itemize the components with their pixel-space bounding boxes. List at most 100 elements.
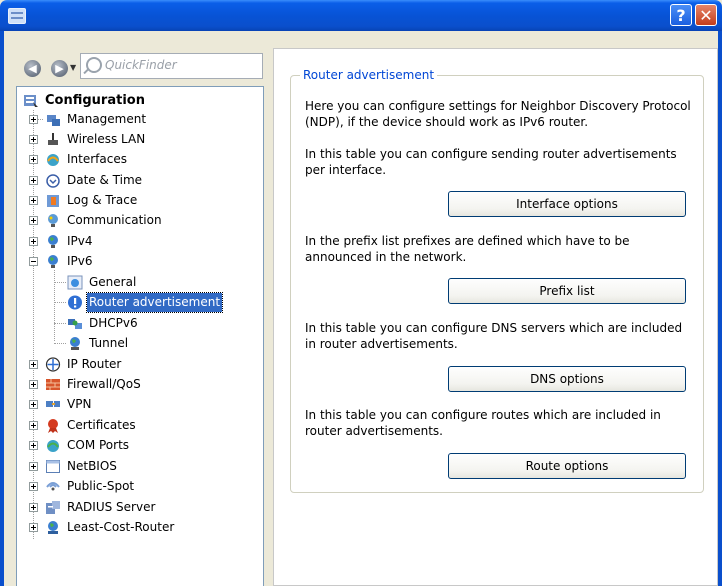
tree-item-label: IP Router bbox=[67, 357, 122, 371]
tree-item-label: General bbox=[89, 275, 137, 289]
vpn-icon bbox=[46, 401, 60, 407]
expand-icon[interactable] bbox=[29, 503, 38, 512]
tree-item-tunnel[interactable]: Tunnel bbox=[21, 334, 251, 353]
tree-item-label: IPv6 bbox=[67, 254, 93, 268]
tree-item-label: Wireless LAN bbox=[67, 132, 146, 146]
route-options-description: In this table you can configure routes w… bbox=[305, 408, 661, 438]
certificate-icon bbox=[48, 419, 58, 433]
tree-item-label: VPN bbox=[67, 397, 92, 411]
history-dropdown-icon[interactable]: ▼ bbox=[70, 63, 76, 72]
dns-options-description: In this table you can configure DNS serv… bbox=[305, 321, 683, 351]
tree-item-public-spot[interactable]: Public-Spot bbox=[21, 477, 251, 496]
tree-item-label: Interfaces bbox=[67, 152, 127, 166]
router-icon bbox=[45, 357, 61, 372]
group-title: Router advertisement bbox=[300, 68, 438, 82]
collapse-icon[interactable] bbox=[29, 257, 38, 266]
tree-item-radius-server[interactable]: RADIUS Server bbox=[21, 498, 251, 517]
tree-item-communication[interactable]: Communication bbox=[21, 211, 251, 230]
tree-item-label: Firewall/QoS bbox=[67, 377, 141, 391]
interface-options-description: In this table you can configure sending … bbox=[305, 147, 677, 177]
quickfinder-placeholder: QuickFinder bbox=[105, 58, 177, 72]
tree-item-label: NetBIOS bbox=[67, 459, 117, 473]
globe-icon bbox=[48, 255, 58, 268]
netbios-icon bbox=[46, 460, 60, 473]
expand-icon[interactable] bbox=[29, 237, 38, 246]
tree-item-label: Management bbox=[67, 112, 147, 126]
tree-item-label: RADIUS Server bbox=[67, 500, 156, 514]
tree-item-label: COM Ports bbox=[67, 438, 130, 452]
tree-item-wireless-lan[interactable]: Wireless LAN bbox=[21, 130, 251, 149]
expand-icon[interactable] bbox=[29, 176, 38, 185]
tree-item-ipv6[interactable]: IPv6 bbox=[21, 252, 251, 271]
tree-item-label: Log & Trace bbox=[67, 193, 138, 207]
expand-icon[interactable] bbox=[29, 135, 38, 144]
communication-icon bbox=[48, 214, 58, 227]
tree-item-netbios[interactable]: NetBIOS bbox=[21, 457, 251, 476]
intro-text: Here you can configure settings for Neig… bbox=[305, 99, 691, 129]
com-port-icon bbox=[47, 440, 59, 452]
firewall-icon bbox=[46, 379, 60, 390]
least-cost-router-icon bbox=[48, 521, 58, 534]
arrow-left-icon: ◀ bbox=[28, 62, 37, 75]
help-button[interactable]: ? bbox=[670, 4, 692, 26]
tree-item-least-cost-router[interactable]: Least-Cost-Router bbox=[21, 518, 251, 537]
tunnel-icon bbox=[70, 337, 80, 350]
globe-icon bbox=[48, 235, 58, 248]
tree-item-label: Certificates bbox=[67, 418, 136, 432]
app-icon bbox=[8, 8, 26, 24]
expand-icon[interactable] bbox=[29, 462, 38, 471]
prefix-list-description: In the prefix list prefixes are defined … bbox=[305, 234, 630, 264]
expand-icon[interactable] bbox=[29, 115, 38, 124]
tree-item-management[interactable]: Management bbox=[21, 110, 251, 129]
expand-icon[interactable] bbox=[29, 441, 38, 450]
quickfinder-input[interactable]: QuickFinder bbox=[80, 53, 263, 79]
forward-button[interactable]: ▶ bbox=[51, 60, 68, 77]
tree-item-label: Tunnel bbox=[89, 336, 129, 350]
configuration-icon bbox=[24, 95, 38, 107]
back-button[interactable]: ◀ bbox=[24, 60, 41, 77]
expand-icon[interactable] bbox=[29, 196, 38, 205]
close-button[interactable]: ✕ bbox=[695, 4, 717, 26]
arrow-right-icon: ▶ bbox=[55, 62, 64, 75]
tree-item-label-selected: Router advertisement bbox=[85, 292, 224, 313]
public-spot-icon bbox=[46, 482, 60, 491]
dns-options-button[interactable]: DNS options bbox=[448, 366, 686, 392]
search-icon bbox=[86, 57, 102, 73]
title-bar: ? ✕ bbox=[0, 0, 722, 31]
tree-item-label: Communication bbox=[67, 213, 162, 227]
expand-icon[interactable] bbox=[29, 155, 38, 164]
tree-item-label: Public-Spot bbox=[67, 479, 135, 493]
tree-item-ipv4[interactable]: IPv4 bbox=[21, 232, 251, 251]
interface-options-button[interactable]: Interface options bbox=[448, 191, 686, 217]
expand-icon[interactable] bbox=[29, 482, 38, 491]
tree-item-router-advertisement[interactable]: Router advertisement bbox=[21, 292, 251, 313]
route-options-button[interactable]: Route options bbox=[448, 453, 686, 479]
expand-icon[interactable] bbox=[29, 523, 38, 532]
expand-icon[interactable] bbox=[29, 360, 38, 369]
info-icon bbox=[68, 295, 82, 310]
tree-item-log-trace[interactable]: Log & Trace bbox=[21, 191, 251, 210]
tree-item-com-ports[interactable]: COM Ports bbox=[21, 436, 251, 455]
tree-item-label: Least-Cost-Router bbox=[67, 520, 175, 534]
expand-icon[interactable] bbox=[29, 216, 38, 225]
tree-item-dhcpv6[interactable]: DHCPv6 bbox=[21, 314, 251, 333]
expand-icon[interactable] bbox=[29, 380, 38, 389]
configuration-tree[interactable]: Configuration Management Wireless LAN In… bbox=[16, 86, 264, 586]
tree-item-general[interactable]: General bbox=[21, 273, 251, 292]
clock-icon bbox=[46, 174, 60, 188]
expand-icon[interactable] bbox=[29, 400, 38, 409]
radius-icon bbox=[46, 501, 60, 514]
tree-item-date-time[interactable]: Date & Time bbox=[21, 171, 251, 190]
tree-item-interfaces[interactable]: Interfaces bbox=[21, 150, 251, 169]
tree-item-label: IPv4 bbox=[67, 234, 93, 248]
prefix-list-button[interactable]: Prefix list bbox=[448, 278, 686, 304]
tree-item-ip-router[interactable]: IP Router bbox=[21, 355, 251, 374]
tree-item-certificates[interactable]: Certificates bbox=[21, 416, 251, 435]
general-icon bbox=[67, 275, 83, 290]
expand-icon[interactable] bbox=[29, 421, 38, 430]
tree-item-label: DHCPv6 bbox=[89, 316, 138, 330]
tree-item-vpn[interactable]: VPN bbox=[21, 395, 251, 414]
tree-item-firewall-qos[interactable]: Firewall/QoS bbox=[21, 375, 251, 394]
interfaces-icon bbox=[47, 154, 59, 166]
log-icon bbox=[47, 195, 59, 207]
